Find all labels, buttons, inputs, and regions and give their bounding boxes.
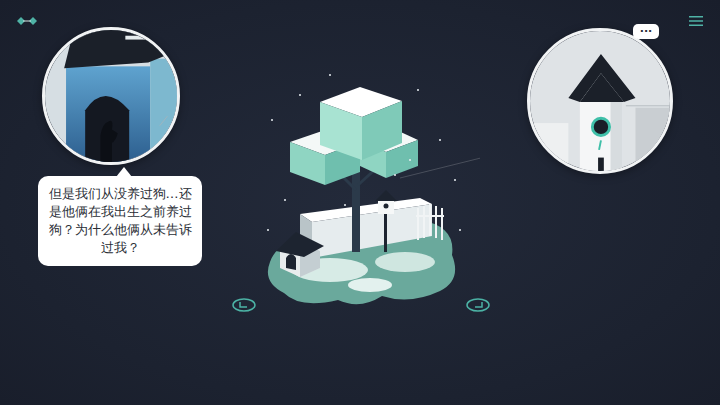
game-screen: ··· 但是我们从没养过狗…还是他俩在我出生之前养过狗？为什么他俩从未告诉过我？ <box>0 0 720 405</box>
snowflake <box>299 94 301 96</box>
doghouse[interactable] <box>276 232 324 277</box>
rotate-icon <box>465 297 491 313</box>
speech-bubble: 但是我们从没养过狗…还是他俩在我出生之前养过狗？为什么他俩从未告诉过我？ <box>38 176 202 266</box>
snowflake <box>267 229 269 231</box>
fence <box>416 204 444 240</box>
top-bar <box>0 0 720 28</box>
snowflake <box>417 89 419 91</box>
tree <box>290 87 418 252</box>
snowflake <box>409 159 411 161</box>
snowflake <box>439 139 441 141</box>
snowflake <box>394 174 396 176</box>
thought-bubble: ··· <box>633 24 659 39</box>
snowflake <box>284 199 286 201</box>
doghouse-closeup-art <box>45 30 177 162</box>
rotate-button[interactable] <box>465 297 491 313</box>
snowflake <box>454 179 456 181</box>
snowflake <box>271 119 273 121</box>
diorama[interactable] <box>250 60 480 320</box>
doghouse-closeup <box>42 27 180 165</box>
rotate-icon <box>231 297 257 313</box>
rotate-button[interactable] <box>231 297 257 313</box>
wall <box>300 198 432 258</box>
snowflake <box>329 74 331 76</box>
menu-icon[interactable] <box>688 15 704 27</box>
snowflake <box>459 229 461 231</box>
birdhouse-closeup-art <box>530 31 670 171</box>
birdhouse-closeup <box>527 28 673 174</box>
logo-icon[interactable] <box>14 14 40 28</box>
birdhouse[interactable] <box>375 190 397 252</box>
snowflake <box>344 204 346 206</box>
